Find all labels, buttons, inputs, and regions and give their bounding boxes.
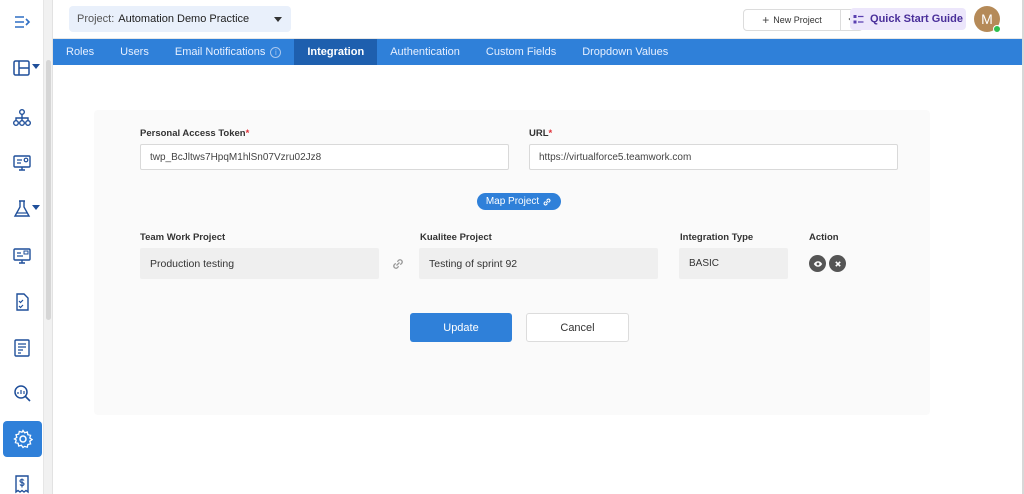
tab-email-notifications[interactable]: Email Notifications i — [162, 39, 294, 65]
top-header: Project: Automation Demo Practice + New … — [53, 0, 1024, 39]
token-label: Personal Access Token* — [140, 128, 249, 139]
tab-dropdown-values[interactable]: Dropdown Values — [569, 39, 681, 65]
link-icon — [543, 198, 551, 205]
tab-label: Dropdown Values — [582, 46, 669, 58]
monitor-settings-icon[interactable] — [6, 147, 38, 179]
kualitee-project-field: Testing of sprint 92 — [419, 248, 658, 279]
tab-label: Users — [120, 46, 149, 58]
map-project-button[interactable]: Map Project — [477, 193, 561, 210]
delete-mapping-button[interactable] — [829, 255, 846, 272]
avatar-initial: M — [981, 11, 993, 27]
tab-label: Authentication — [390, 46, 460, 58]
close-icon — [834, 260, 841, 267]
teamwork-project-column-header: Team Work Project — [140, 232, 226, 243]
eye-icon — [813, 260, 822, 267]
required-mark: * — [245, 128, 250, 139]
app-root: Project: Automation Demo Practice + New … — [0, 0, 1024, 494]
url-label: URL* — [529, 128, 552, 139]
billing-icon[interactable] — [6, 468, 38, 494]
tab-authentication[interactable]: Authentication — [377, 39, 473, 65]
info-icon[interactable]: i — [270, 46, 282, 58]
tab-roles[interactable]: Roles — [53, 39, 107, 65]
quick-start-guide-button[interactable]: Quick Start Guide — [850, 8, 966, 30]
guide-list-icon — [853, 14, 864, 23]
project-selector-label: Project: — [77, 13, 115, 25]
cancel-button[interactable]: Cancel — [526, 313, 629, 342]
project-selector[interactable]: Project: Automation Demo Practice — [69, 6, 291, 32]
hierarchy-icon[interactable] — [6, 102, 38, 134]
token-input[interactable]: twp_BcJltws7HpqM1hlSn07Vzru02Jz8 — [140, 144, 509, 170]
sidebar-scrollbar-thumb[interactable] — [46, 60, 51, 320]
new-project-label: New Project — [773, 15, 822, 25]
collapse-menu-icon[interactable] — [6, 6, 38, 38]
url-input[interactable]: https://virtualforce5.teamwork.com — [529, 144, 898, 170]
report-icon[interactable] — [6, 332, 38, 364]
tab-users[interactable]: Users — [107, 39, 162, 65]
plus-icon: + — [762, 13, 770, 27]
link-icon — [393, 259, 403, 269]
checklist-icon[interactable] — [6, 286, 38, 318]
quick-start-guide-label: Quick Start Guide — [870, 13, 963, 25]
online-status-dot — [993, 25, 1001, 33]
view-mapping-button[interactable] — [809, 255, 826, 272]
integration-type-value: BASIC — [689, 258, 720, 269]
url-input-value: https://virtualforce5.teamwork.com — [539, 151, 692, 163]
integration-type-column-header: Integration Type — [680, 232, 754, 243]
integration-type-field: BASIC — [679, 248, 788, 279]
update-button[interactable]: Update — [410, 313, 512, 342]
token-label-text: Personal Access Token — [140, 128, 246, 139]
dashboard-layout-icon[interactable] — [6, 52, 40, 84]
analytics-search-icon[interactable] — [6, 377, 38, 409]
tab-label: Integration — [307, 46, 365, 58]
action-column-header: Action — [809, 232, 839, 243]
project-selector-value: Automation Demo Practice — [118, 13, 250, 25]
tab-integration[interactable]: Integration — [294, 39, 378, 65]
sidebar — [0, 0, 44, 494]
chevron-down-icon — [274, 17, 282, 22]
token-input-value: twp_BcJltws7HpqM1hlSn07Vzru02Jz8 — [150, 151, 322, 163]
teamwork-project-value: Production testing — [150, 257, 235, 270]
teamwork-project-field: Production testing — [140, 248, 379, 279]
kualitee-project-value: Testing of sprint 92 — [429, 257, 518, 270]
tab-label: Roles — [66, 46, 95, 58]
map-project-label: Map Project — [485, 196, 540, 207]
tab-custom-fields[interactable]: Custom Fields — [473, 39, 569, 65]
tab-label: Custom Fields — [485, 46, 557, 58]
tab-label: Email Notifications — [174, 46, 266, 58]
required-mark: * — [548, 128, 553, 139]
settings-gear-icon[interactable] — [3, 421, 42, 457]
url-label-text: URL — [529, 128, 549, 139]
settings-tabs: Roles Users Email Notifications i Integra… — [53, 39, 1022, 65]
kualitee-project-column-header: Kualitee Project — [420, 232, 492, 243]
user-avatar[interactable]: M — [974, 6, 1001, 33]
monitor-code-icon[interactable] — [6, 240, 38, 272]
new-project-button[interactable]: + New Project — [743, 9, 841, 31]
flask-icon[interactable] — [6, 193, 40, 225]
